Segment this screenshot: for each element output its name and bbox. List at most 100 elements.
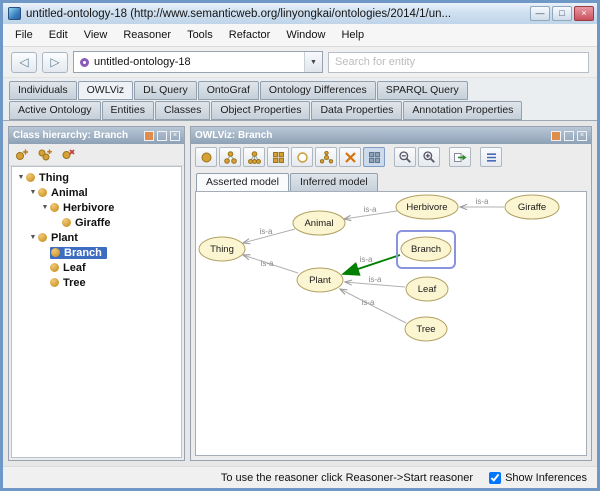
graph-edge-herbivore-animal: is-a (344, 205, 397, 219)
tree-item-leaf[interactable]: Leaf (14, 260, 179, 275)
tree-item-tree[interactable]: Tree (14, 275, 179, 290)
graph-canvas[interactable]: is-a is-a is-a is-a (195, 191, 587, 456)
selected-tree-item[interactable]: Branch (50, 247, 107, 259)
panel-float-icon[interactable] (551, 131, 561, 141)
add-subclass-button[interactable] (12, 146, 32, 164)
close-button[interactable]: × (574, 6, 594, 21)
menu-refactor[interactable]: Refactor (221, 26, 279, 44)
collapse-icon[interactable]: ▼ (16, 174, 26, 181)
tab-sparql-query[interactable]: SPARQL Query (377, 81, 468, 100)
forward-arrow-icon: ▷ (50, 55, 59, 69)
reasoner-status-message: To use the reasoner click Reasoner->Star… (221, 472, 473, 484)
graph-edge-plant-thing: is-a (243, 255, 298, 273)
graph-edge-leaf-plant: is-a (345, 275, 405, 287)
owlviz-toolbar (191, 144, 591, 170)
hide-class-button[interactable] (291, 147, 313, 167)
show-class-button[interactable] (195, 147, 217, 167)
graph-node-tree[interactable]: Tree (405, 317, 447, 341)
tab-inferred-model[interactable]: Inferred model (290, 173, 378, 191)
class-tree[interactable]: ▼ Thing ▼ Animal ▼ Herbivore Gi (11, 166, 182, 458)
zoom-out-button[interactable] (394, 147, 416, 167)
edge-label: is-a (260, 227, 273, 236)
graph-node-branch[interactable]: Branch (401, 237, 451, 261)
maximize-button[interactable]: □ (552, 6, 572, 21)
show-subclasses-button[interactable] (219, 147, 241, 167)
tree-item-label: Tree (63, 277, 86, 289)
menu-reasoner[interactable]: Reasoner (115, 26, 179, 44)
graph-node-plant[interactable]: Plant (297, 268, 343, 292)
export-graph-button[interactable] (449, 147, 471, 167)
graph-node-leaf[interactable]: Leaf (406, 277, 448, 301)
chevron-down-icon[interactable]: ▼ (304, 52, 322, 72)
title-bar[interactable]: untitled-ontology-18 (http://www.semanti… (3, 3, 597, 24)
window-controls: — □ × (530, 6, 594, 21)
graph-node-giraffe[interactable]: Giraffe (505, 195, 559, 219)
zoom-in-button[interactable] (418, 147, 440, 167)
tab-dl-query[interactable]: DL Query (134, 81, 197, 100)
panel-close-icon[interactable]: × (170, 131, 180, 141)
tree-item-thing[interactable]: ▼ Thing (14, 170, 179, 185)
tab-ontograf[interactable]: OntoGraf (198, 81, 259, 100)
hide-all-classes-button[interactable] (339, 147, 361, 167)
class-hierarchy-panel: Class hierarchy: Branch × (8, 126, 185, 461)
menu-file[interactable]: File (7, 26, 41, 44)
menu-tools[interactable]: Tools (179, 26, 221, 44)
tab-row-1: Individuals OWLViz DL Query OntoGraf Ont… (9, 81, 591, 100)
graph-edge-animal-thing: is-a (243, 227, 295, 243)
graph-node-animal[interactable]: Animal (293, 211, 345, 235)
tab-active-ontology[interactable]: Active Ontology (9, 101, 101, 120)
show-class-icon (200, 151, 213, 164)
tree-item-branch[interactable]: Branch (14, 245, 179, 260)
back-button[interactable]: ◁ (11, 52, 37, 73)
tab-annotation-properties[interactable]: Annotation Properties (403, 101, 522, 120)
show-superclasses-button[interactable] (243, 147, 265, 167)
graph-node-thing[interactable]: Thing (199, 237, 245, 261)
collapse-icon[interactable]: ▼ (28, 189, 38, 196)
tab-individuals[interactable]: Individuals (9, 81, 77, 100)
panel-maximize-icon[interactable] (564, 131, 574, 141)
tab-entities[interactable]: Entities (102, 101, 154, 120)
tab-classes[interactable]: Classes (155, 101, 210, 120)
graph-edge-tree-plant: is-a (340, 289, 406, 323)
owlviz-header: OWLViz: Branch × (191, 127, 591, 144)
options-button[interactable] (480, 147, 502, 167)
edge-label: is-a (261, 259, 274, 268)
menu-edit[interactable]: Edit (41, 26, 76, 44)
collapse-icon[interactable]: ▼ (40, 204, 50, 211)
delete-class-button[interactable] (58, 146, 78, 164)
add-subclass-icon (15, 148, 29, 161)
node-label: Tree (416, 324, 435, 335)
show-all-classes-button[interactable] (267, 147, 289, 167)
tab-object-properties[interactable]: Object Properties (211, 101, 310, 120)
ontology-selector[interactable]: untitled-ontology-18 ▼ (73, 51, 323, 73)
menu-window[interactable]: Window (278, 26, 333, 44)
panel-close-icon[interactable]: × (577, 131, 587, 141)
forward-button[interactable]: ▷ (42, 52, 68, 73)
add-sibling-class-button[interactable] (35, 146, 55, 164)
zoom-out-icon (398, 150, 412, 164)
minimize-button[interactable]: — (530, 6, 550, 21)
show-inferences-checkbox[interactable] (489, 472, 501, 484)
search-input[interactable] (328, 52, 589, 73)
tree-item-label: Leaf (63, 262, 86, 274)
tab-asserted-model[interactable]: Asserted model (196, 173, 289, 191)
tree-item-label: Branch (64, 247, 102, 259)
tab-owlviz[interactable]: OWLViz (78, 81, 134, 100)
panel-float-icon[interactable] (144, 131, 154, 141)
tree-item-plant[interactable]: ▼ Plant (14, 230, 179, 245)
menu-help[interactable]: Help (333, 26, 372, 44)
tree-item-herbivore[interactable]: ▼ Herbivore (14, 200, 179, 215)
tree-item-animal[interactable]: ▼ Animal (14, 185, 179, 200)
hide-subclasses-button[interactable] (315, 147, 337, 167)
collapse-icon[interactable]: ▼ (28, 234, 38, 241)
tab-ontology-differences[interactable]: Ontology Differences (260, 81, 376, 100)
tree-item-giraffe[interactable]: Giraffe (14, 215, 179, 230)
toggle-grid-button[interactable] (363, 147, 385, 167)
owlviz-panel: OWLViz: Branch × (190, 126, 592, 461)
graph-node-herbivore[interactable]: Herbivore (396, 195, 458, 219)
class-icon (26, 173, 35, 182)
panel-maximize-icon[interactable] (157, 131, 167, 141)
app-icon (8, 7, 21, 20)
menu-view[interactable]: View (76, 26, 116, 44)
tab-data-properties[interactable]: Data Properties (311, 101, 402, 120)
